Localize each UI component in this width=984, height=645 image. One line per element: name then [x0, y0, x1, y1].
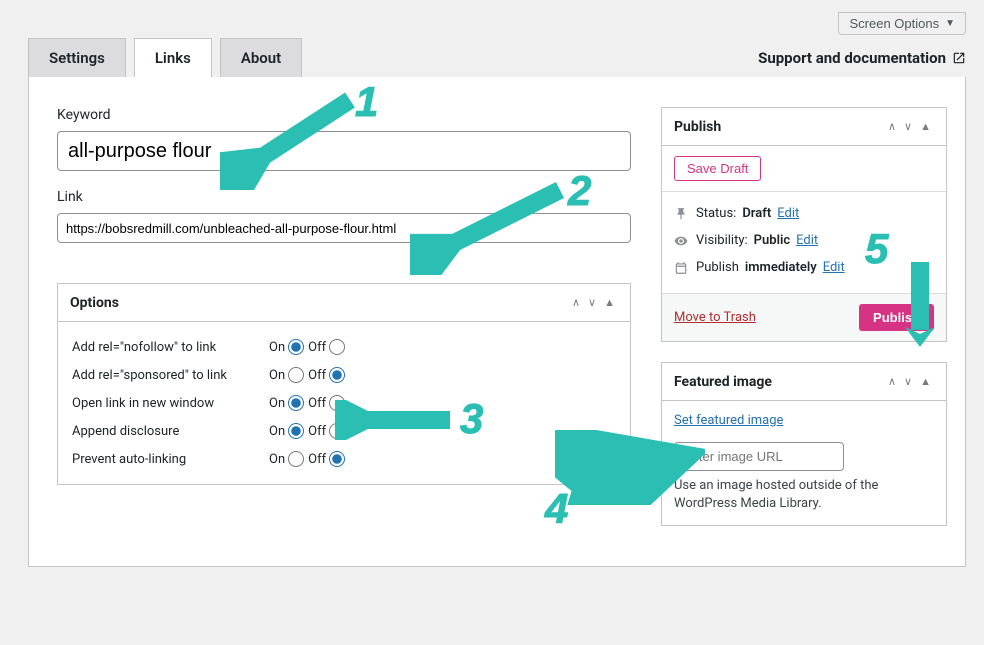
- option-on: On: [269, 451, 304, 467]
- option-off: Off: [308, 339, 345, 355]
- move-to-trash-link[interactable]: Move to Trash: [674, 310, 756, 325]
- option-on: On: [269, 423, 304, 439]
- featured-image-title: Featured image: [674, 374, 772, 390]
- option-off: Off: [308, 451, 345, 467]
- options-title: Options: [70, 295, 119, 311]
- tab-about[interactable]: About: [220, 38, 302, 77]
- option-on: On: [269, 395, 304, 411]
- option-row: Add rel="sponsored" to link On Off: [72, 362, 616, 388]
- screen-options-button[interactable]: Screen Options ▼: [838, 12, 966, 35]
- move-up-icon[interactable]: ∧: [569, 294, 583, 311]
- move-down-icon[interactable]: ∨: [901, 373, 915, 390]
- option-row: Append disclosure On Off: [72, 418, 616, 444]
- option-row: Open link in new window On Off: [72, 390, 616, 416]
- keyword-label: Keyword: [57, 107, 631, 123]
- option-off: Off: [308, 423, 345, 439]
- schedule-label: Publish: [696, 260, 739, 275]
- keyword-input[interactable]: [57, 131, 631, 171]
- publish-title: Publish: [674, 119, 721, 135]
- toggle-panel-icon[interactable]: ▲: [601, 294, 618, 311]
- option-label: Prevent auto-linking: [72, 446, 267, 472]
- support-link-label: Support and documentation: [758, 49, 946, 67]
- link-input[interactable]: [57, 213, 631, 243]
- option-off: Off: [308, 395, 345, 411]
- tab-settings[interactable]: Settings: [28, 38, 126, 77]
- visibility-label: Visibility:: [696, 233, 748, 248]
- pin-icon: [674, 207, 690, 221]
- visibility-edit-link[interactable]: Edit: [796, 233, 818, 248]
- move-up-icon[interactable]: ∧: [885, 118, 899, 135]
- tabs: Settings Links About: [28, 38, 302, 77]
- option-row: Add rel="nofollow" to link On Off: [72, 334, 616, 360]
- toggle-panel-icon[interactable]: ▲: [917, 118, 934, 135]
- option-label: Add rel="sponsored" to link: [72, 362, 267, 388]
- featured-image-description: Use an image hosted outside of the WordP…: [674, 477, 934, 513]
- screen-options-label: Screen Options: [849, 16, 939, 31]
- schedule-edit-link[interactable]: Edit: [823, 260, 845, 275]
- save-draft-button[interactable]: Save Draft: [674, 156, 761, 181]
- option-row: Prevent auto-linking On Off: [72, 446, 616, 472]
- tab-links[interactable]: Links: [134, 38, 212, 77]
- option-on: On: [269, 367, 304, 383]
- link-label: Link: [57, 189, 631, 205]
- set-featured-image-link[interactable]: Set featured image: [674, 413, 783, 428]
- option-label: Append disclosure: [72, 418, 267, 444]
- external-link-icon: [952, 51, 966, 65]
- option-label: Add rel="nofollow" to link: [72, 334, 267, 360]
- image-url-input[interactable]: [674, 442, 844, 471]
- option-off: Off: [308, 367, 345, 383]
- option-label: Open link in new window: [72, 390, 267, 416]
- visibility-value: Public: [754, 233, 790, 248]
- toggle-panel-icon[interactable]: ▲: [917, 373, 934, 390]
- move-up-icon[interactable]: ∧: [885, 373, 899, 390]
- calendar-icon: [674, 261, 690, 275]
- publish-button[interactable]: Publish: [859, 304, 934, 331]
- support-link[interactable]: Support and documentation: [758, 49, 966, 67]
- status-label: Status:: [696, 206, 736, 221]
- schedule-value: immediately: [745, 260, 817, 275]
- eye-icon: [674, 234, 690, 248]
- status-value: Draft: [742, 206, 771, 221]
- option-on: On: [269, 339, 304, 355]
- status-edit-link[interactable]: Edit: [777, 206, 799, 221]
- chevron-down-icon: ▼: [945, 18, 955, 29]
- move-down-icon[interactable]: ∨: [585, 294, 599, 311]
- move-down-icon[interactable]: ∨: [901, 118, 915, 135]
